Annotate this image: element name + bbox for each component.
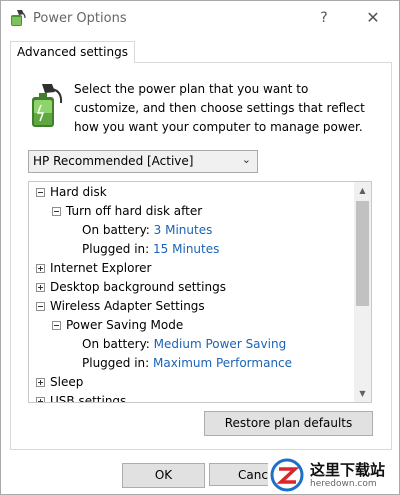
tree-label: USB settings (50, 394, 127, 403)
tree-label: Turn off hard disk after (66, 204, 203, 218)
setting-label: Plugged in: (82, 242, 150, 256)
tree-label: Internet Explorer (50, 261, 152, 275)
settings-tree[interactable]: Hard disk Turn off hard disk after On ba… (28, 181, 372, 403)
power-plan-dropdown[interactable]: HP Recommended [Active] ⌄ (28, 150, 258, 173)
power-options-icon (11, 10, 26, 26)
close-button[interactable]: ✕ (361, 7, 385, 29)
setting-label: Plugged in: (82, 356, 150, 370)
setting-value-link[interactable]: Maximum Performance (153, 356, 292, 370)
tab-advanced-settings[interactable]: Advanced settings (10, 41, 135, 63)
tree-item-internet-explorer[interactable]: Internet Explorer (36, 259, 151, 278)
tree-item-hd-on-battery[interactable]: On battery: 3 Minutes (82, 221, 212, 240)
setting-value-link[interactable]: Medium Power Saving (154, 337, 287, 351)
power-options-window: Power Options ? ✕ Advanced settings Sele… (0, 0, 400, 495)
chevron-down-icon: ⌄ (241, 153, 251, 166)
collapse-icon[interactable] (36, 188, 45, 197)
tree-item-power-saving-mode[interactable]: Power Saving Mode (52, 316, 183, 335)
ok-button[interactable]: OK (122, 463, 205, 488)
collapse-icon[interactable] (52, 321, 61, 330)
intro-text: Select the power plan that you want to c… (74, 82, 365, 134)
expand-icon[interactable] (36, 397, 45, 402)
watermark-text: 这里下载站 (310, 461, 386, 479)
window-title: Power Options (33, 11, 127, 26)
collapse-icon[interactable] (52, 207, 61, 216)
restore-plan-defaults-button[interactable]: Restore plan defaults (204, 411, 373, 436)
tree-item-wireless-adapter[interactable]: Wireless Adapter Settings (36, 297, 205, 316)
expand-icon[interactable] (36, 378, 45, 387)
scroll-thumb[interactable] (356, 201, 369, 306)
tree-item-wl-plugged-in[interactable]: Plugged in: Maximum Performance (82, 354, 292, 373)
tree-item-turn-off-hard-disk[interactable]: Turn off hard disk after (52, 202, 202, 221)
expand-icon[interactable] (36, 264, 45, 273)
vertical-scrollbar[interactable]: ▲ ▼ (354, 182, 371, 402)
tree-item-hd-plugged-in[interactable]: Plugged in: 15 Minutes (82, 240, 219, 259)
tree-label: Sleep (50, 375, 84, 389)
scroll-down-arrow-icon[interactable]: ▼ (354, 385, 371, 402)
title-bar: Power Options ? ✕ (1, 1, 399, 37)
tree-label: Power Saving Mode (66, 318, 184, 332)
watermark-logo-icon (270, 458, 304, 492)
tree-item-desktop-background[interactable]: Desktop background settings (36, 278, 226, 297)
tree-label: Hard disk (50, 185, 107, 199)
tree-item-wl-on-battery[interactable]: On battery: Medium Power Saving (82, 335, 286, 354)
setting-value-link[interactable]: 15 Minutes (153, 242, 219, 256)
setting-value-link[interactable]: 3 Minutes (154, 223, 213, 237)
watermark-url: heredown.com (310, 479, 377, 489)
tree-item-usb[interactable]: USB settings (36, 392, 127, 403)
scroll-up-arrow-icon[interactable]: ▲ (354, 182, 371, 199)
power-plan-value: HP Recommended [Active] (33, 154, 194, 168)
expand-icon[interactable] (36, 283, 45, 292)
tree-label: Wireless Adapter Settings (50, 299, 205, 313)
watermark: 这里下载站 heredown.com (268, 456, 398, 494)
tree-label: Desktop background settings (50, 280, 226, 294)
setting-label: On battery: (82, 337, 150, 351)
tree-item-hard-disk[interactable]: Hard disk (36, 183, 107, 202)
help-button[interactable]: ? (314, 8, 334, 28)
collapse-icon[interactable] (36, 302, 45, 311)
battery-plug-icon (32, 84, 63, 127)
setting-label: On battery: (82, 223, 150, 237)
tree-item-sleep[interactable]: Sleep (36, 373, 83, 392)
